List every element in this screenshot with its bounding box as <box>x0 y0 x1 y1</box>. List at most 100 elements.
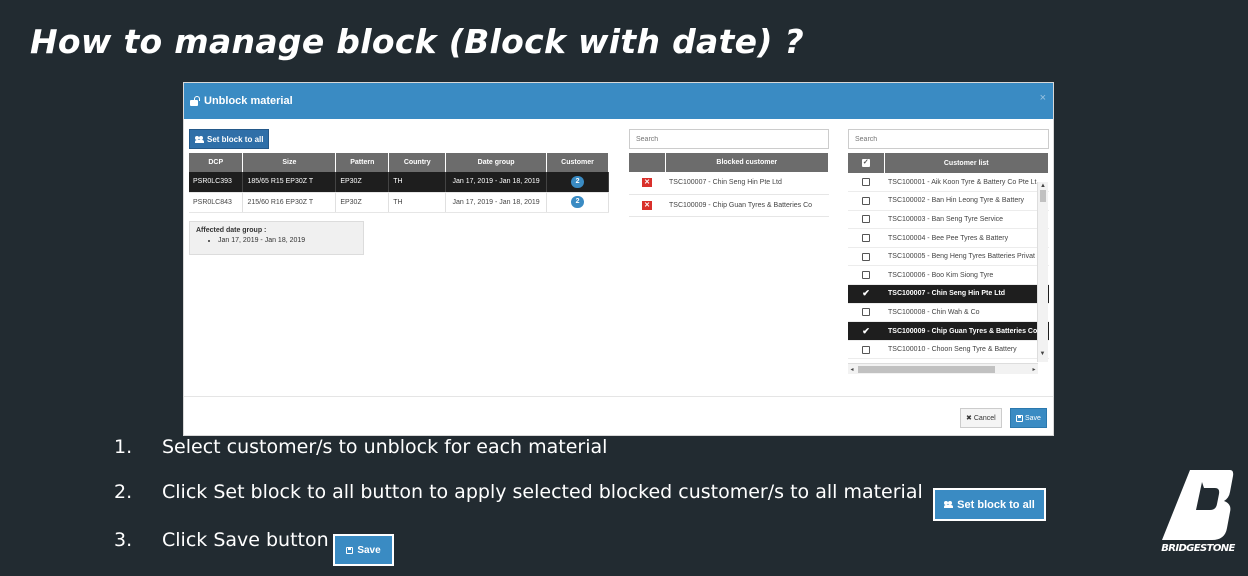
step-number: 1. <box>114 436 133 458</box>
customer-name: TSC100007 - Chin Seng Hin Pte Ltd <box>884 284 1049 304</box>
col-blocked-customer[interactable]: Blocked customer <box>665 153 829 172</box>
material-row[interactable]: PSR0LC843 215/60 R16 EP30Z T EP30Z TH Ja… <box>189 192 609 213</box>
blocked-row: ✕ TSC100009 - Chip Guan Tyres & Batterie… <box>629 194 829 217</box>
customer-name: TSC100010 - Choon Seng Tyre & Battery <box>884 340 1049 360</box>
unblock-material-dialog: Unblock material × Set block to all DCP … <box>183 82 1054 436</box>
affected-date-item: Jan 17, 2019 - Jan 18, 2019 <box>218 237 357 244</box>
cancel-button[interactable]: ✖ Cancel <box>960 408 1002 428</box>
cell-customer: 2 <box>546 172 609 193</box>
step-text: Click Save button <box>162 529 329 551</box>
save-button-example: Save <box>333 534 394 566</box>
customer-name: TSC100009 - Chip Guan Tyres & Batteries … <box>884 321 1049 341</box>
cell-size: 185/65 R15 EP30Z T <box>242 172 337 193</box>
cell-country: TH <box>388 172 447 193</box>
customer-count-badge[interactable]: 2 <box>571 175 585 188</box>
col-dcp[interactable]: DCP <box>189 153 244 172</box>
col-country[interactable]: Country <box>388 153 447 172</box>
customer-name: TSC100002 - Ban Hin Leong Tyre & Battery <box>884 191 1049 211</box>
col-pattern[interactable]: Pattern <box>335 153 390 172</box>
customer-row[interactable]: TSC100004 - Bee Pee Tyres & Battery <box>848 228 1049 248</box>
cell-pattern: EP30Z <box>335 192 390 213</box>
step-text: Click Set block to all button to apply s… <box>162 481 923 503</box>
close-button[interactable]: × <box>1040 92 1046 104</box>
select-all-checkbox[interactable]: ✓ <box>861 159 870 167</box>
col-customer-list[interactable]: Customer list <box>884 153 1049 173</box>
set-block-to-all-button[interactable]: Set block to all <box>189 129 270 149</box>
set-block-example-label: Set block to all <box>957 498 1035 511</box>
affected-date-group-box: Affected date group : Jan 17, 2019 - Jan… <box>189 221 364 255</box>
col-customer[interactable]: Customer <box>546 153 609 172</box>
scroll-left-icon[interactable]: ◂ <box>848 366 856 373</box>
affected-date-group-label: Affected date group : <box>196 227 267 234</box>
step-number: 2. <box>114 481 133 503</box>
check-icon[interactable]: ✔ <box>862 326 870 336</box>
floppy-icon <box>346 546 354 554</box>
scroll-right-icon[interactable]: ▸ <box>1030 366 1038 373</box>
dialog-title: Unblock material <box>204 95 293 107</box>
slide-title: How to manage block (Block with date) ? <box>30 22 804 61</box>
customer-checkbox[interactable] <box>862 215 870 224</box>
blocked-search-input[interactable] <box>629 129 829 149</box>
remove-icon[interactable]: ✕ <box>642 200 652 210</box>
material-table: DCP Size Pattern Country Date group Cust… <box>189 153 609 213</box>
customer-row[interactable]: ✔ TSC100007 - Chin Seng Hin Pte Ltd <box>848 284 1049 304</box>
customer-name: TSC100001 - Aik Koon Tyre & Battery Co P… <box>884 173 1049 193</box>
customer-count-badge[interactable]: 2 <box>571 196 585 208</box>
blocked-customer-table: Blocked customer ✕ TSC100007 - Chin Seng… <box>629 153 829 217</box>
blocked-row: ✕ TSC100007 - Chin Seng Hin Pte Ltd <box>629 172 829 195</box>
horizontal-scrollbar[interactable]: ◂ ▸ <box>848 363 1038 374</box>
cell-date-group: Jan 17, 2019 - Jan 18, 2019 <box>445 192 548 213</box>
cell-pattern: EP30Z <box>335 172 390 193</box>
customer-row[interactable]: TSC100003 - Ban Seng Tyre Service <box>848 210 1049 230</box>
users-icon <box>195 135 204 143</box>
customer-row[interactable]: TSC100005 - Beng Heng Tyres Batteries Pr… <box>848 247 1049 267</box>
save-example-label: Save <box>357 544 381 556</box>
blocked-customer-name: TSC100007 - Chin Seng Hin Pte Ltd <box>665 172 829 195</box>
col-remove <box>629 153 666 172</box>
customer-checkbox[interactable] <box>862 345 870 354</box>
vertical-scrollbar[interactable]: ▲ <box>1037 182 1048 362</box>
customer-checkbox[interactable] <box>862 178 870 187</box>
customer-checkbox[interactable] <box>862 234 870 243</box>
scroll-down-icon[interactable]: ▼ <box>1037 351 1048 357</box>
dialog-header: Unblock material × <box>184 83 1053 119</box>
customer-row[interactable]: TSC100010 - Choon Seng Tyre & Battery <box>848 340 1049 360</box>
users-icon <box>944 501 954 508</box>
col-size[interactable]: Size <box>242 153 337 172</box>
cancel-label: Cancel <box>973 414 996 422</box>
cell-dcp: PSR0LC393 <box>189 172 244 193</box>
check-icon[interactable]: ✔ <box>862 288 870 298</box>
step-number: 3. <box>114 529 133 551</box>
vertical-scroll-thumb[interactable] <box>1040 190 1046 202</box>
horizontal-scroll-thumb[interactable] <box>858 365 995 373</box>
customer-checkbox[interactable] <box>862 252 870 261</box>
customer-name: TSC100008 - Chin Wah & Co <box>884 303 1049 323</box>
customer-row[interactable]: TSC100008 - Chin Wah & Co <box>848 303 1049 323</box>
col-date-group[interactable]: Date group <box>445 153 548 172</box>
remove-icon[interactable]: ✕ <box>642 178 652 188</box>
save-button[interactable]: Save <box>1010 408 1047 428</box>
set-block-to-all-button-example: Set block to all <box>933 488 1046 521</box>
scroll-up-icon[interactable]: ▲ <box>1038 182 1048 190</box>
customer-list-table: ✓ Customer list TSC100001 - Aik Koon Tyr… <box>848 153 1049 360</box>
customer-name: TSC100005 - Beng Heng Tyres Batteries Pr… <box>884 247 1049 267</box>
customer-name: TSC100003 - Ban Seng Tyre Service <box>884 210 1049 230</box>
customer-row[interactable]: ✔ TSC100009 - Chip Guan Tyres & Batteries… <box>848 321 1049 341</box>
close-icon: ✖ <box>966 415 972 422</box>
customer-checkbox[interactable] <box>862 271 870 280</box>
floppy-icon <box>1016 414 1023 422</box>
customer-row[interactable]: TSC100006 - Boo Kim Siong Tyre <box>848 265 1049 286</box>
customer-list-panel: ✓ Customer list TSC100001 - Aik Koon Tyr… <box>848 153 1049 375</box>
cell-dcp: PSR0LC843 <box>189 192 244 213</box>
customer-row[interactable]: TSC100002 - Ban Hin Leong Tyre & Battery <box>848 191 1049 211</box>
set-block-label: Set block to all <box>207 134 264 144</box>
customer-name: TSC100004 - Bee Pee Tyres & Battery <box>884 228 1049 248</box>
customer-checkbox[interactable] <box>862 196 870 205</box>
material-row[interactable]: PSR0LC393 185/65 R15 EP30Z T EP30Z TH Ja… <box>189 172 609 193</box>
customer-row[interactable]: TSC100001 - Aik Koon Tyre & Battery Co P… <box>848 173 1049 193</box>
brand-name: BRIDGESTONE <box>1161 543 1235 554</box>
cell-customer: 2 <box>546 192 609 213</box>
customer-search-input[interactable] <box>848 129 1049 149</box>
bridgestone-logo-icon <box>1162 470 1234 540</box>
customer-checkbox[interactable] <box>862 308 870 317</box>
